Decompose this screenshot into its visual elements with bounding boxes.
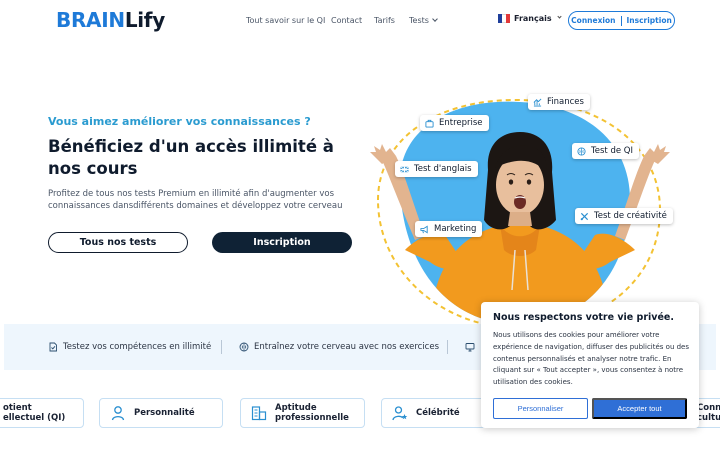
cookie-text: Nous utilisons des cookies pour améliore… xyxy=(493,331,689,387)
feature-partial xyxy=(465,342,480,352)
category-title-line1: Aptitude xyxy=(275,403,317,413)
category-title-line1: Conn xyxy=(697,403,720,413)
chip-entreprise: Entreprise xyxy=(420,115,489,131)
category-title-line2: cultu xyxy=(697,413,720,423)
document-check-icon xyxy=(49,342,57,352)
category-title-line2: ellectuel (QI) xyxy=(3,413,66,423)
brain-icon xyxy=(239,342,249,352)
feature-divider xyxy=(221,340,222,354)
cookie-title: Nous respectons votre vie privée. xyxy=(493,312,674,323)
megaphone-icon xyxy=(420,225,428,233)
category-card-personnalite[interactable]: Personnalité xyxy=(99,398,223,428)
chip-test-creativite: Test de créativité xyxy=(575,208,673,224)
logo-part1: BRAIN xyxy=(56,8,125,32)
chip-test-anglais: Test d'anglais xyxy=(395,161,478,177)
cookie-consent-banner: Nous respectons votre vie privée. Nous u… xyxy=(481,302,699,428)
language-label: Français xyxy=(514,14,552,23)
chip-label: Finances xyxy=(547,97,584,107)
accept-all-cookies-button[interactable]: Accepter tout xyxy=(592,398,687,419)
category-title-line1: otient xyxy=(3,403,32,413)
hero-illustration: Finances Entreprise Test de QI Test d'an… xyxy=(360,90,680,330)
tools-icon xyxy=(580,212,589,220)
chip-finances: Finances xyxy=(528,94,590,110)
nav-link-tarifs[interactable]: Tarifs xyxy=(374,16,395,25)
nav-link-contact[interactable]: Contact xyxy=(331,16,362,25)
chip-label: Test de QI xyxy=(591,146,633,156)
category-title-line1: Personnalité xyxy=(134,408,195,418)
feature-divider xyxy=(447,340,448,354)
nav-link-qi[interactable]: Tout savoir sur le QI xyxy=(246,16,325,25)
logo-part2: Lify xyxy=(124,8,165,32)
monitor-icon xyxy=(465,343,475,352)
person-icon xyxy=(111,406,125,421)
france-flag-icon xyxy=(498,14,510,23)
customize-cookies-button[interactable]: Personnaliser xyxy=(493,398,588,419)
feature-tests: Testez vos compétences en illimité xyxy=(48,342,211,352)
chip-label: Test de créativité xyxy=(594,211,667,221)
auth-group: Connexion Inscription xyxy=(568,11,675,30)
hero-kicker: Vous aimez améliorer vos connaissances ? xyxy=(48,115,311,128)
hero-title: Bénéficiez d'un accès illimité à nos cou… xyxy=(48,137,334,178)
brainlify-logo[interactable]: BRAINLify xyxy=(56,7,165,33)
chevron-down-icon xyxy=(557,14,562,19)
login-link[interactable]: Connexion xyxy=(571,16,615,25)
brain-icon xyxy=(577,146,586,156)
nav-dropdown-tests[interactable]: Tests xyxy=(409,16,437,25)
hero-description: Profitez de tous nos tests Premium en il… xyxy=(48,189,343,211)
signup-button[interactable]: Inscription xyxy=(212,232,352,253)
feature-brain: Entraînez votre cerveau avec nos exercic… xyxy=(239,342,439,352)
category-title-line1: Célébrité xyxy=(416,408,460,418)
category-title-line2: professionnelle xyxy=(275,413,349,423)
chip-label: Test d'anglais xyxy=(414,164,472,174)
category-card-aptitude[interactable]: Aptitude professionnelle xyxy=(240,398,365,428)
chip-label: Entreprise xyxy=(439,118,483,128)
feature-label: Entraînez votre cerveau avec nos exercic… xyxy=(254,342,440,352)
feature-label: Testez vos compétences en illimité xyxy=(63,342,212,352)
auth-divider xyxy=(620,15,622,26)
briefcase-icon xyxy=(425,119,434,128)
chart-icon xyxy=(533,98,542,107)
person-star-icon xyxy=(392,406,408,421)
signup-link[interactable]: Inscription xyxy=(627,16,672,25)
building-icon xyxy=(251,406,267,421)
language-selector[interactable]: Français xyxy=(498,14,562,23)
chip-label: Marketing xyxy=(434,224,477,234)
flag-uk-icon xyxy=(400,165,409,173)
all-tests-button[interactable]: Tous nos tests xyxy=(48,232,188,253)
chip-marketing: Marketing xyxy=(415,221,483,237)
chip-test-qi: Test de QI xyxy=(572,143,639,159)
category-card-qi[interactable]: otient ellectuel (QI) xyxy=(0,398,84,428)
